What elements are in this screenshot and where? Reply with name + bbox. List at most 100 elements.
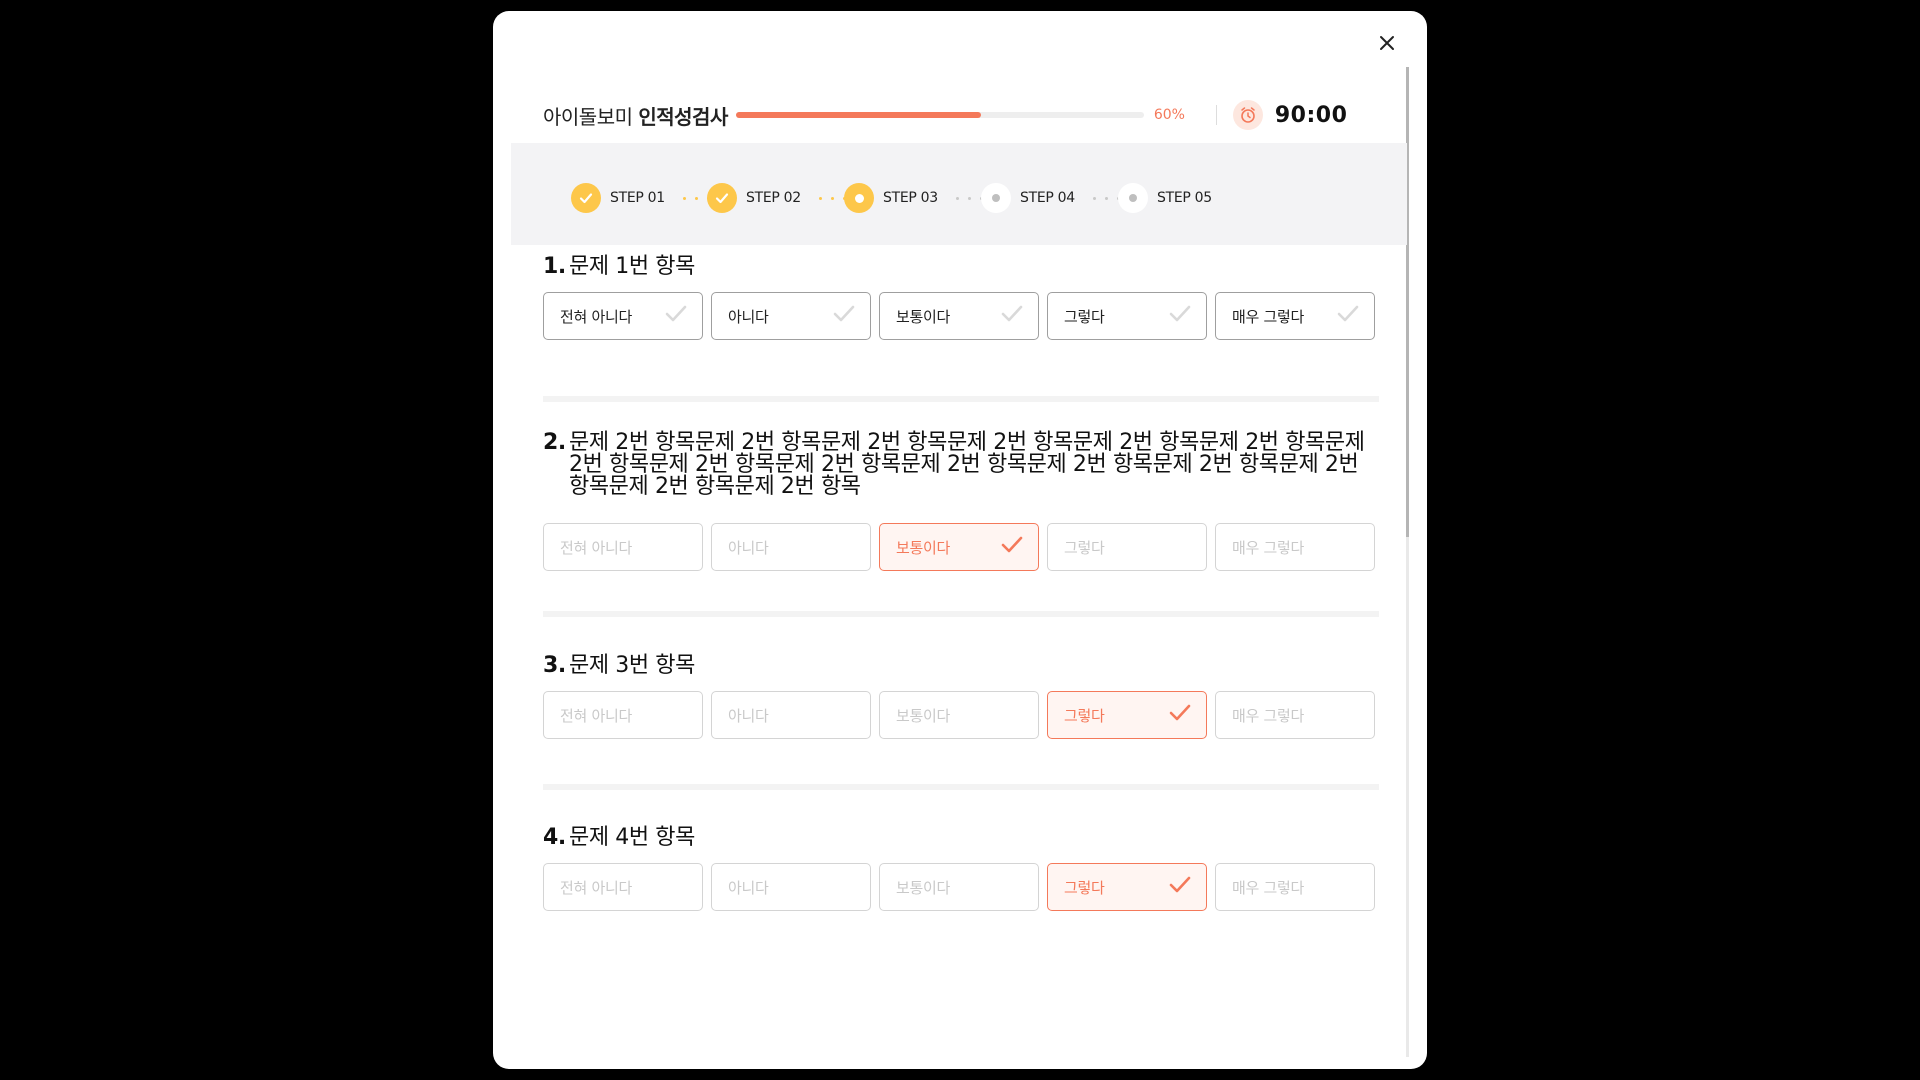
question-title: 2. 문제 2번 항목문제 2번 항목문제 2번 항목문제 2번 항목문제 2번 … [543, 432, 1379, 498]
check-icon [1168, 304, 1192, 328]
test-header: 아이돌보미 인적성검사 60% 90:00 [543, 85, 1359, 145]
close-icon [1380, 36, 1394, 50]
question-text: 문제 3번 항목 [569, 653, 695, 678]
answer-option[interactable]: 매우 그렇다 [1215, 691, 1375, 739]
title-bold: 인적성검사 [638, 104, 728, 129]
answer-option[interactable]: 아니다 [711, 863, 871, 911]
question-divider [543, 784, 1379, 790]
answer-option-label: 매우 그렇다 [1232, 307, 1304, 326]
answer-option[interactable]: 보통이다 [879, 292, 1039, 340]
question-number: 1. [543, 254, 566, 279]
step-3: STEP 03 [844, 183, 938, 213]
step-dot-icon [1118, 183, 1148, 213]
check-icon [1336, 304, 1360, 328]
question-text: 문제 1번 항목 [569, 254, 695, 279]
answer-option-label: 아니다 [728, 307, 769, 326]
question-number: 2. [543, 430, 566, 455]
progress-percent: 60% [1153, 107, 1185, 123]
check-circle-icon [571, 183, 601, 213]
check-icon [664, 304, 688, 328]
answer-option-label: 보통이다 [896, 538, 951, 557]
answer-option-label: 전혀 아니다 [560, 538, 632, 557]
answer-option-label: 아니다 [728, 538, 769, 557]
answer-option-label: 매우 그렇다 [1232, 538, 1304, 557]
answer-option[interactable]: 전혀 아니다 [543, 691, 703, 739]
step-1: STEP 01 [571, 183, 665, 213]
answer-options: 전혀 아니다 아니다 보통이다 그렇다 매우 그렇다 [543, 523, 1379, 571]
answer-option-label: 그렇다 [1064, 307, 1105, 326]
step-indicator: STEP 01 STEP 02 STEP 03 STEP 04 STEP 05 [511, 143, 1407, 245]
answer-option[interactable]: 전혀 아니다 [543, 523, 703, 571]
answer-option[interactable]: 매우 그렇다 [1215, 523, 1375, 571]
answer-option[interactable]: 그렇다 [1047, 863, 1207, 911]
answer-option-label: 전혀 아니다 [560, 878, 632, 897]
question-2: 2. 문제 2번 항목문제 2번 항목문제 2번 항목문제 2번 항목문제 2번 … [543, 432, 1379, 571]
answer-option[interactable]: 매우 그렇다 [1215, 292, 1375, 340]
step-label: STEP 03 [883, 190, 938, 206]
question-divider [543, 611, 1379, 617]
question-divider [543, 396, 1379, 402]
answer-option[interactable]: 그렇다 [1047, 691, 1207, 739]
answer-option[interactable]: 매우 그렇다 [1215, 863, 1375, 911]
question-title: 4. 문제 4번 항목 [543, 827, 1379, 849]
step-label: STEP 01 [610, 190, 665, 206]
progress-fill [735, 112, 981, 118]
answer-option-label: 그렇다 [1064, 878, 1105, 897]
question-3: 3. 문제 3번 항목전혀 아니다 아니다 보통이다 그렇다 매우 그렇다 [543, 655, 1379, 739]
answer-option[interactable]: 그렇다 [1047, 523, 1207, 571]
answer-options: 전혀 아니다 아니다 보통이다 그렇다 매우 그렇다 [543, 863, 1379, 911]
question-1: 1. 문제 1번 항목전혀 아니다 아니다 보통이다 그렇다 매우 그렇다 [543, 256, 1379, 340]
answer-option-label: 그렇다 [1064, 538, 1105, 557]
test-modal: 아이돌보미 인적성검사 60% 90:00 STEP 01 STEP 02 STEP… [493, 11, 1427, 1069]
check-icon [1168, 875, 1192, 899]
step-label: STEP 05 [1157, 190, 1212, 206]
answer-option-label: 보통이다 [896, 878, 951, 897]
answer-option-label: 아니다 [728, 878, 769, 897]
answer-option[interactable]: 보통이다 [879, 863, 1039, 911]
scrollbar-thumb[interactable] [1406, 67, 1409, 537]
close-button[interactable] [1373, 29, 1401, 57]
check-circle-icon [707, 183, 737, 213]
title-light: 아이돌보미 [543, 104, 633, 129]
answer-option-label: 전혀 아니다 [560, 706, 632, 725]
step-label: STEP 02 [746, 190, 801, 206]
answer-option[interactable]: 그렇다 [1047, 292, 1207, 340]
check-icon [832, 304, 856, 328]
check-icon [1000, 304, 1024, 328]
check-icon [1000, 535, 1024, 559]
answer-option-label: 그렇다 [1064, 706, 1105, 725]
answer-option-label: 전혀 아니다 [560, 307, 632, 326]
answer-option-label: 매우 그렇다 [1232, 706, 1304, 725]
answer-option[interactable]: 아니다 [711, 523, 871, 571]
answer-options: 전혀 아니다 아니다 보통이다 그렇다 매우 그렇다 [543, 691, 1379, 739]
answer-option[interactable]: 전혀 아니다 [543, 863, 703, 911]
question-number: 4. [543, 825, 566, 850]
step-dot-icon [844, 183, 874, 213]
check-icon [1168, 703, 1192, 727]
header-divider [1215, 105, 1217, 125]
step-4: STEP 04 [981, 183, 1075, 213]
question-text: 문제 4번 항목 [569, 825, 695, 850]
answer-option[interactable]: 보통이다 [879, 523, 1039, 571]
page-title: 아이돌보미 인적성검사 [543, 101, 728, 130]
question-title: 3. 문제 3번 항목 [543, 655, 1379, 677]
progress-bar [735, 112, 1144, 118]
answer-option[interactable]: 전혀 아니다 [543, 292, 703, 340]
timer: 90:00 [1274, 102, 1348, 128]
answer-option-label: 매우 그렇다 [1232, 878, 1304, 897]
step-dot-icon [981, 183, 1011, 213]
question-title: 1. 문제 1번 항목 [543, 256, 1379, 278]
answer-option-label: 보통이다 [896, 307, 951, 326]
answer-option-label: 아니다 [728, 706, 769, 725]
answer-option[interactable]: 아니다 [711, 691, 871, 739]
question-number: 3. [543, 653, 566, 678]
step-label: STEP 04 [1020, 190, 1075, 206]
step-5: STEP 05 [1118, 183, 1212, 213]
answer-option[interactable]: 보통이다 [879, 691, 1039, 739]
step-2: STEP 02 [707, 183, 801, 213]
answer-options: 전혀 아니다 아니다 보통이다 그렇다 매우 그렇다 [543, 292, 1379, 340]
answer-option[interactable]: 아니다 [711, 292, 871, 340]
question-4: 4. 문제 4번 항목전혀 아니다 아니다 보통이다 그렇다 매우 그렇다 [543, 827, 1379, 911]
question-text: 문제 2번 항목문제 2번 항목문제 2번 항목문제 2번 항목문제 2번 항목… [569, 430, 1365, 499]
alarm-clock-icon [1232, 100, 1263, 130]
